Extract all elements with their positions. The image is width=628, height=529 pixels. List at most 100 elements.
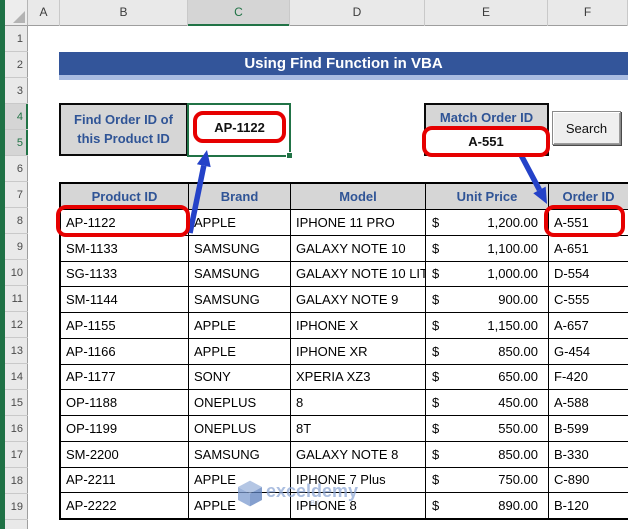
finder-label-line1: Find Order ID of <box>74 111 173 127</box>
column-header-F[interactable]: F <box>548 0 628 26</box>
row-header-9[interactable]: 9 <box>5 234 28 260</box>
table-cell-order-id[interactable]: B-330 <box>549 442 628 467</box>
row-header-6[interactable]: 6 <box>5 156 28 182</box>
table-cell-unit-price[interactable]: $1,000.00 <box>426 261 549 287</box>
table-cell[interactable]: AP-1155 <box>61 313 189 338</box>
row-header-18[interactable]: 18 <box>5 468 28 494</box>
table-cell[interactable]: IPHONE X <box>291 313 426 338</box>
row-header-16[interactable]: 16 <box>5 416 28 442</box>
table-cell[interactable]: SAMSUNG <box>189 261 291 287</box>
row-header-13[interactable]: 13 <box>5 338 28 364</box>
column-header-E[interactable]: E <box>425 0 548 26</box>
table-row: AP-1177 SONY XPERIA XZ3 $650.00 F-420 <box>61 364 628 391</box>
table-cell-order-id[interactable]: C-555 <box>549 287 628 312</box>
title-banner-underline <box>59 75 628 80</box>
table-cell-order-id[interactable]: G-454 <box>549 339 628 364</box>
table-cell[interactable]: 8 <box>291 390 426 415</box>
table-cell[interactable]: SAMSUNG <box>189 287 291 312</box>
table-cell[interactable]: ONEPLUS <box>189 390 291 415</box>
row-header-15[interactable]: 15 <box>5 390 28 416</box>
table-cell-order-id[interactable]: B-120 <box>549 493 628 518</box>
table-row: AP-1166 APPLE IPHONE XR $850.00 G-454 <box>61 338 628 365</box>
table-row: OP-1199 ONEPLUS 8T $550.00 B-599 <box>61 416 628 442</box>
table-row: AP-1155 APPLE IPHONE X $1,150.00 A-657 <box>61 313 628 339</box>
row-header-19[interactable]: 19 <box>5 494 28 520</box>
row-header-3[interactable]: 3 <box>5 78 28 104</box>
select-all-triangle-icon <box>13 11 25 23</box>
table-cell-order-id[interactable]: A-657 <box>549 313 628 338</box>
table-cell-unit-price[interactable]: $1,100.00 <box>426 235 549 261</box>
table-row: OP-1188 ONEPLUS 8 $450.00 A-588 <box>61 390 628 416</box>
excel-sheet: ABCDEF 1 2 3 4 5 6 7 8 9 10 11 12 13 14 15 16 17 18 19 Usi… <box>0 0 628 529</box>
table-cell[interactable]: APPLE <box>189 210 291 235</box>
table-cell[interactable]: APPLE <box>189 338 291 364</box>
table-cell-unit-price[interactable]: $1,150.00 <box>426 313 549 338</box>
table-cell-unit-price[interactable]: $890.00 <box>426 493 549 518</box>
table-cell[interactable]: ONEPLUS <box>189 416 291 441</box>
fill-handle[interactable] <box>286 152 293 159</box>
search-button[interactable]: Search <box>552 111 621 145</box>
table-cell[interactable]: AP-1177 <box>61 364 189 390</box>
column-header-C[interactable]: C <box>188 0 290 26</box>
table-cell[interactable]: SONY <box>189 364 291 390</box>
column-header-B[interactable]: B <box>60 0 188 26</box>
column-header-D[interactable]: D <box>290 0 425 26</box>
row-header-10[interactable]: 10 <box>5 260 28 286</box>
table-cell[interactable]: SM-2200 <box>61 441 189 467</box>
table-row: SM-1144 SAMSUNG GALAXY NOTE 9 $900.00 C-555 <box>61 287 628 313</box>
match-order-id-input[interactable]: A-551 <box>422 126 550 157</box>
table-cell[interactable]: GALAXY NOTE 10 <box>291 235 426 261</box>
row-header-5[interactable]: 5 <box>5 130 28 156</box>
table-body: AP-1122 APPLE IPHONE 11 PRO $1,200.00 A-551 S… <box>61 210 628 518</box>
row-header-8[interactable]: 8 <box>5 208 28 234</box>
table-row: SG-1133 SAMSUNG GALAXY NOTE 10 LITE $1,000.… <box>61 261 628 288</box>
table-cell[interactable]: AP-1166 <box>61 338 189 364</box>
table-cell-order-id[interactable]: A-651 <box>549 236 628 261</box>
finder-label-cell[interactable]: Find Order ID of this Product ID <box>59 103 188 156</box>
table-cell[interactable]: IPHONE 11 PRO <box>291 210 426 235</box>
highlight-order-id <box>544 205 625 237</box>
table-cell[interactable]: XPERIA XZ3 <box>291 364 426 390</box>
row-header-17[interactable]: 17 <box>5 442 28 468</box>
table-cell[interactable]: SAMSUNG <box>189 441 291 467</box>
table-cell[interactable]: OP-1199 <box>61 416 189 441</box>
table-cell-unit-price[interactable]: $450.00 <box>426 390 549 415</box>
table-cell-order-id[interactable]: C-890 <box>549 468 628 493</box>
row-header-14[interactable]: 14 <box>5 364 28 390</box>
table-cell[interactable]: OP-1188 <box>61 390 189 415</box>
table-cell-order-id[interactable]: A-588 <box>549 390 628 415</box>
column-header-A[interactable]: A <box>28 0 60 26</box>
table-cell[interactable]: SM-1133 <box>61 235 189 261</box>
table-cell[interactable]: SM-1144 <box>61 287 189 312</box>
row-header-4[interactable]: 4 <box>5 104 28 130</box>
table-cell-unit-price[interactable]: $850.00 <box>426 338 549 364</box>
table-cell[interactable]: AP-2211 <box>61 467 189 493</box>
table-cell-unit-price[interactable]: $650.00 <box>426 364 549 390</box>
row-header-2[interactable]: 2 <box>5 52 28 78</box>
table-cell-unit-price[interactable]: $850.00 <box>426 441 549 467</box>
table-cell-order-id[interactable]: F-420 <box>549 365 628 390</box>
row-header-11[interactable]: 11 <box>5 286 28 312</box>
found-product-id-cell[interactable]: AP-1122 <box>193 111 286 143</box>
row-header-7[interactable]: 7 <box>5 182 28 208</box>
finder-label-line2: this Product ID <box>77 130 170 146</box>
table-cell[interactable]: SAMSUNG <box>189 235 291 261</box>
table-cell[interactable]: GALAXY NOTE 10 LITE <box>291 261 426 287</box>
row-header-12[interactable]: 12 <box>5 312 28 338</box>
table-cell-order-id[interactable]: B-599 <box>549 416 628 441</box>
table-cell-unit-price[interactable]: $1,200.00 <box>426 210 549 235</box>
table-cell[interactable]: IPHONE XR <box>291 338 426 364</box>
table-cell[interactable]: GALAXY NOTE 8 <box>291 441 426 467</box>
table-cell-unit-price[interactable]: $900.00 <box>426 287 549 312</box>
table-cell-unit-price[interactable]: $550.00 <box>426 416 549 441</box>
row-header-1[interactable]: 1 <box>5 26 28 52</box>
table-cell[interactable]: GALAXY NOTE 9 <box>291 287 426 312</box>
table-cell-unit-price[interactable]: $750.00 <box>426 467 549 493</box>
table-cell[interactable]: SG-1133 <box>61 261 189 287</box>
watermark-tagline: · BI · <box>302 500 330 507</box>
table-cell[interactable]: APPLE <box>189 313 291 338</box>
table-cell-order-id[interactable]: D-554 <box>549 262 628 287</box>
table-cell[interactable]: AP-2222 <box>61 493 189 518</box>
select-all-button[interactable] <box>5 0 28 26</box>
table-cell[interactable]: 8T <box>291 416 426 441</box>
